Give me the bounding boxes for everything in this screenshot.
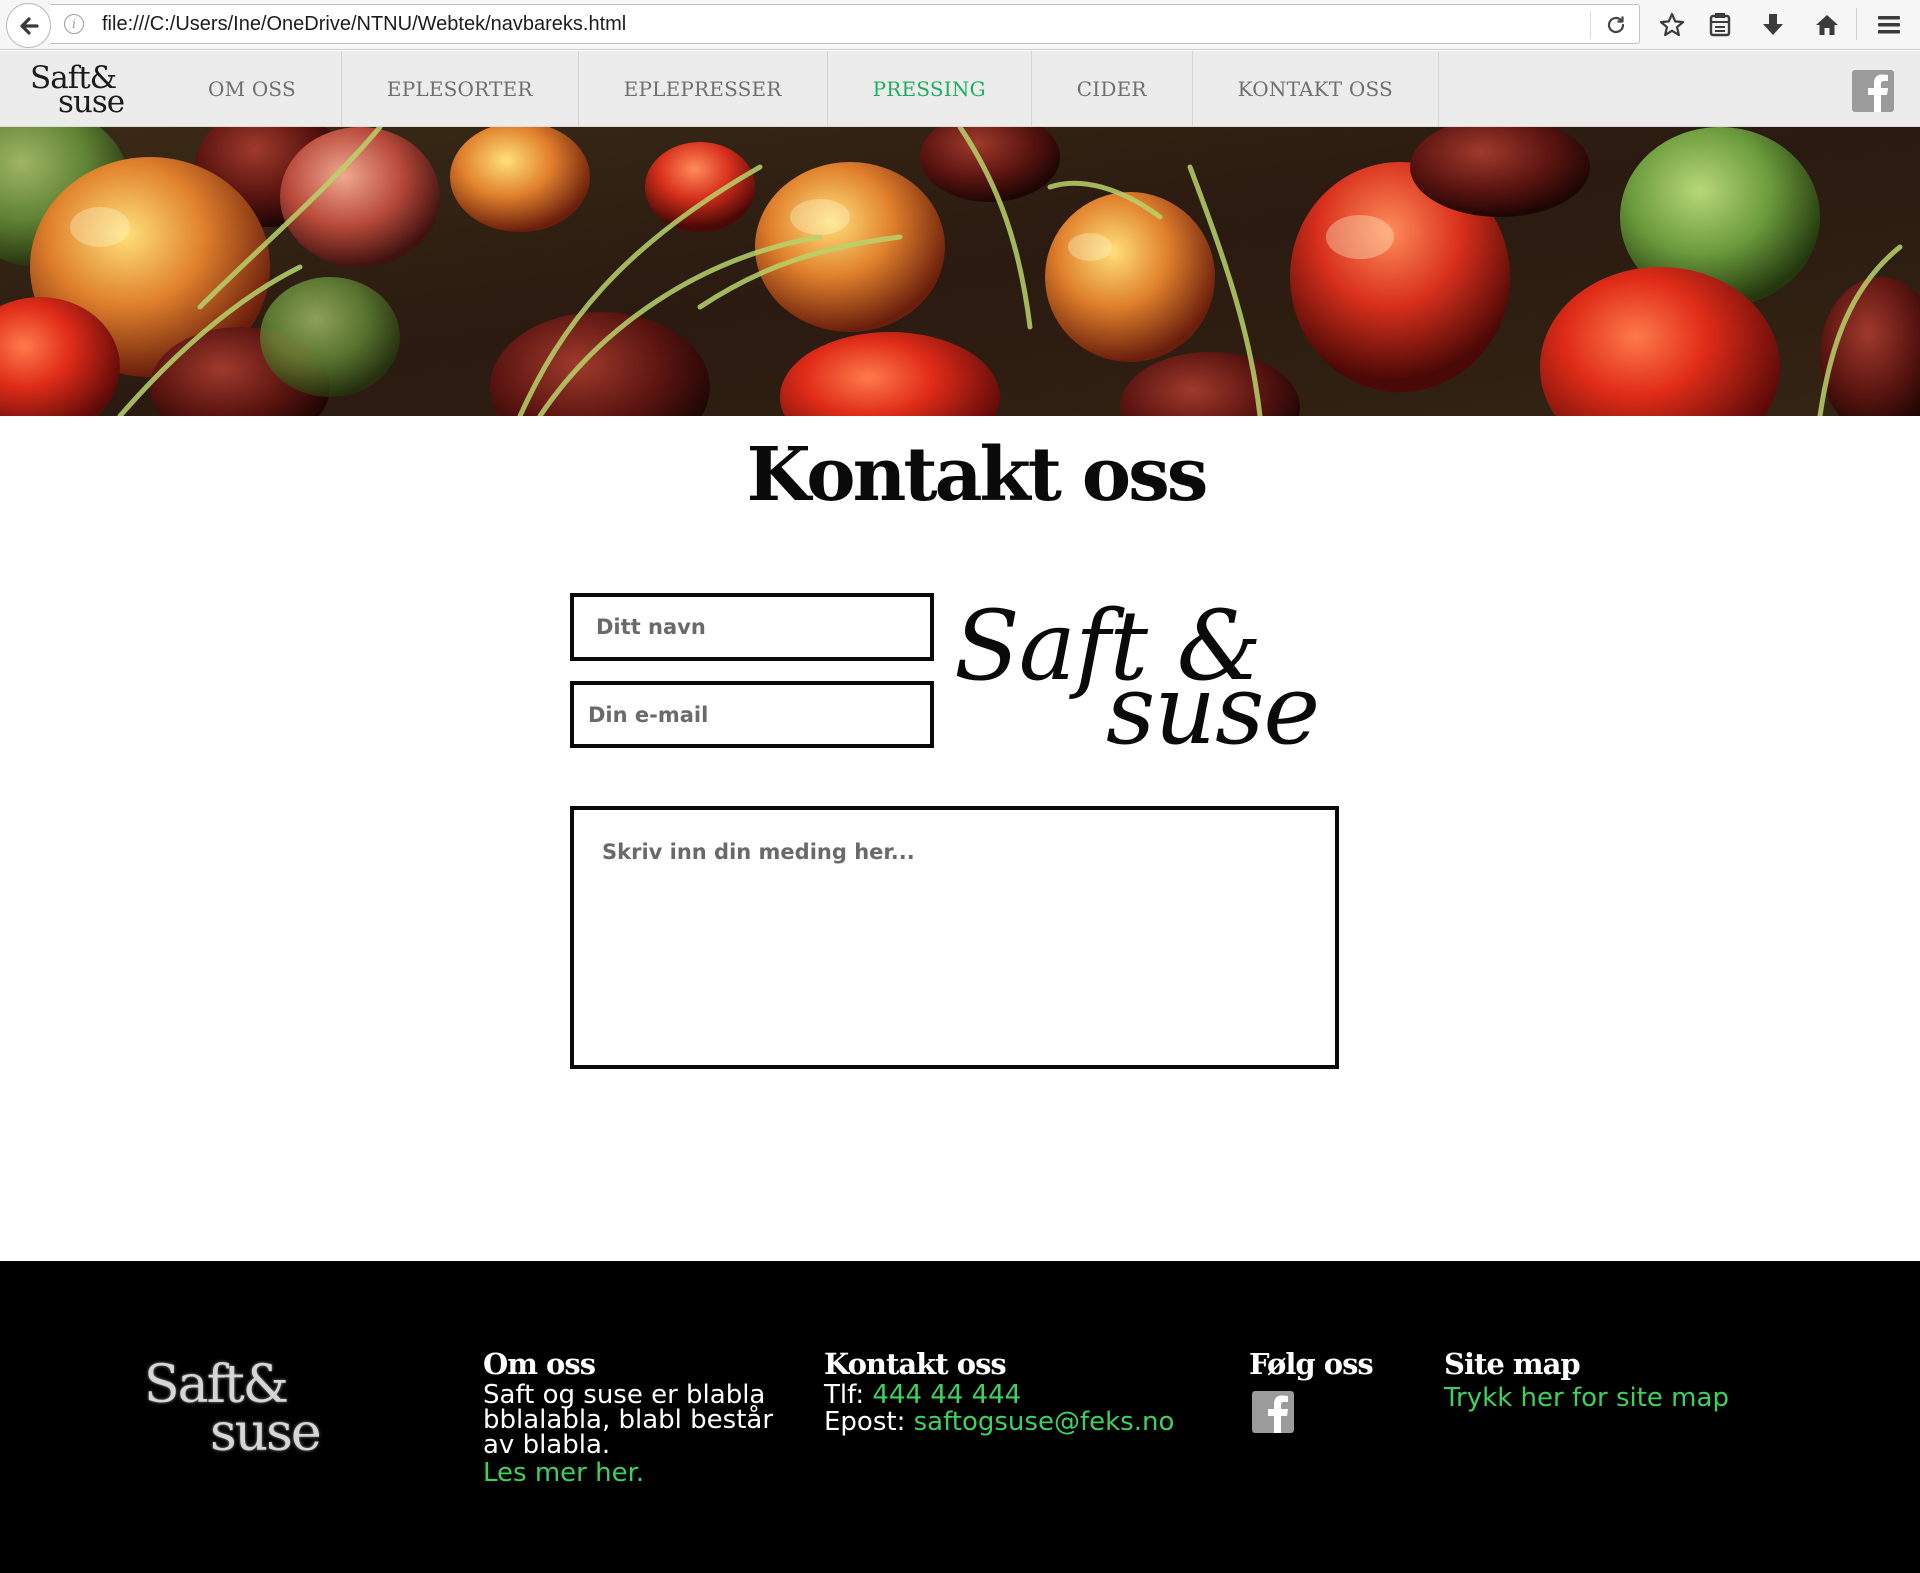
- footer-site-map: Site map Trykk her for site map: [1444, 1345, 1794, 1413]
- logo-line-2: suse: [1106, 654, 1320, 766]
- address-bar[interactable]: i file:///C:/Users/Ine/OneDrive/NTNU/Web…: [50, 4, 1640, 44]
- footer-phone-line: Tlf: 444 44 444: [824, 1380, 1224, 1410]
- footer-kontakt-heading: Kontakt oss: [824, 1347, 1007, 1381]
- page-title: Kontakt oss: [746, 432, 1209, 518]
- nav-item-kontakt-oss[interactable]: KONTAKT OSS: [1193, 51, 1439, 127]
- menu-icon[interactable]: [1874, 10, 1904, 40]
- nav-item-eplesorter[interactable]: EPLESORTER: [342, 51, 579, 127]
- apples-photo: [0, 127, 1920, 416]
- home-icon[interactable]: [1812, 10, 1842, 40]
- star-icon[interactable]: [1657, 10, 1687, 40]
- footer-folg-oss: Følg oss: [1249, 1345, 1399, 1433]
- reading-list-icon[interactable]: [1705, 10, 1735, 40]
- download-icon[interactable]: [1758, 10, 1788, 40]
- footer-om-oss-heading: Om oss: [483, 1347, 596, 1381]
- site-logo[interactable]: Saft& suse: [30, 63, 130, 119]
- footer-folg-heading: Følg oss: [1249, 1347, 1374, 1381]
- footer-kontakt: Kontakt oss Tlf: 444 44 444 Epost: safto…: [824, 1345, 1224, 1435]
- footer-site-map-heading: Site map: [1444, 1347, 1581, 1381]
- arrow-left-icon: [19, 16, 39, 35]
- logo-line-2: suse: [58, 84, 125, 120]
- site-navbar: Saft& suse OM OSS EPLESORTER EPLEPRESSER…: [0, 51, 1920, 127]
- site-map-link[interactable]: Trykk her for site map: [1444, 1383, 1794, 1413]
- facebook-icon[interactable]: [1252, 1391, 1294, 1433]
- logo-line-2: suse: [210, 1403, 322, 1463]
- nav-item-eplepresser[interactable]: EPLEPRESSER: [579, 51, 828, 127]
- nav-item-pressing[interactable]: PRESSING: [828, 51, 1032, 127]
- toolbar-divider: [1856, 8, 1857, 40]
- facebook-icon[interactable]: [1852, 70, 1894, 112]
- reload-icon[interactable]: [1605, 14, 1627, 36]
- phone-link[interactable]: 444 44 444: [872, 1380, 1021, 1410]
- name-field[interactable]: [570, 593, 934, 661]
- hero-banner-apples: [0, 127, 1920, 416]
- nav-menu: OM OSS EPLESORTER EPLEPRESSER PRESSING C…: [162, 51, 1439, 127]
- footer-om-oss-text: Saft og suse er blabla bblalabla, blabl …: [483, 1380, 774, 1460]
- browser-toolbar: i file:///C:/Users/Ine/OneDrive/NTNU/Web…: [0, 0, 1920, 50]
- footer-logo[interactable]: Saft& suse: [144, 1359, 334, 1459]
- read-more-link[interactable]: Les mer her.: [483, 1458, 783, 1488]
- footer-email-line: Epost: saftogsuse@feks.no: [824, 1407, 1224, 1437]
- site-footer: Saft& suse Om oss Saft og suse er blabla…: [0, 1261, 1920, 1573]
- message-field[interactable]: [570, 806, 1339, 1069]
- phone-label: Tlf:: [824, 1380, 873, 1410]
- nav-item-om-oss[interactable]: OM OSS: [162, 51, 342, 127]
- url-text[interactable]: file:///C:/Users/Ine/OneDrive/NTNU/Webte…: [102, 13, 626, 36]
- nav-item-cider[interactable]: CIDER: [1032, 51, 1193, 127]
- back-button[interactable]: [6, 3, 51, 48]
- email-field[interactable]: [570, 681, 934, 748]
- footer-om-oss: Om oss Saft og suse er blabla bblalabla,…: [483, 1345, 783, 1488]
- brand-logo-large: Saft & suse: [954, 598, 1334, 758]
- url-divider: [1590, 11, 1591, 39]
- email-label: Epost:: [824, 1407, 914, 1437]
- info-icon[interactable]: i: [64, 14, 84, 34]
- email-link[interactable]: saftogsuse@feks.no: [914, 1407, 1175, 1437]
